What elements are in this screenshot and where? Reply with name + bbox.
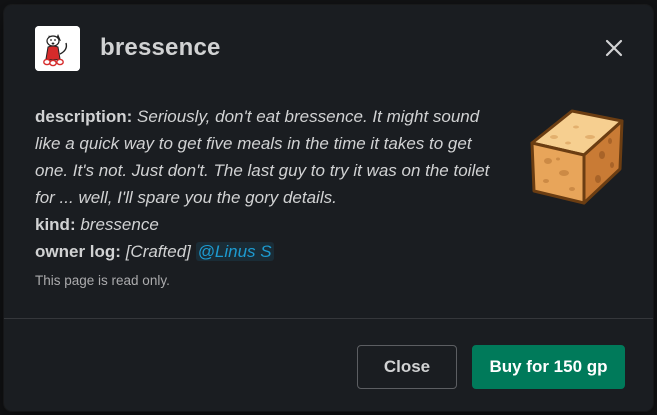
sponge-cake-cube-icon bbox=[530, 109, 624, 205]
owner-log-prefix: [Crafted] bbox=[125, 242, 191, 261]
app-avatar bbox=[35, 26, 80, 71]
kind-value: bressence bbox=[80, 215, 159, 234]
modal-header: bressence bbox=[4, 5, 653, 93]
readonly-note: This page is read only. bbox=[35, 273, 170, 288]
owner-log-row: owner log: [Crafted] @Linus S bbox=[35, 238, 505, 265]
footer-divider bbox=[4, 318, 653, 319]
description-label: description: bbox=[35, 107, 133, 126]
user-mention-link[interactable]: @Linus S bbox=[195, 242, 274, 261]
cartoon-dog-icon bbox=[35, 26, 80, 71]
close-button[interactable]: Close bbox=[357, 345, 457, 389]
owner-log-label: owner log: bbox=[35, 242, 121, 261]
close-icon[interactable] bbox=[603, 37, 625, 59]
item-image bbox=[524, 103, 628, 207]
item-modal: bressence description: Seriously, don't … bbox=[4, 5, 653, 411]
kind-row: kind: bressence bbox=[35, 211, 505, 238]
description-row: description: Seriously, don't eat bresse… bbox=[35, 103, 505, 211]
modal-title: bressence bbox=[100, 34, 221, 61]
item-details: description: Seriously, don't eat bresse… bbox=[35, 103, 505, 291]
kind-label: kind: bbox=[35, 215, 76, 234]
buy-button[interactable]: Buy for 150 gp bbox=[472, 345, 625, 389]
